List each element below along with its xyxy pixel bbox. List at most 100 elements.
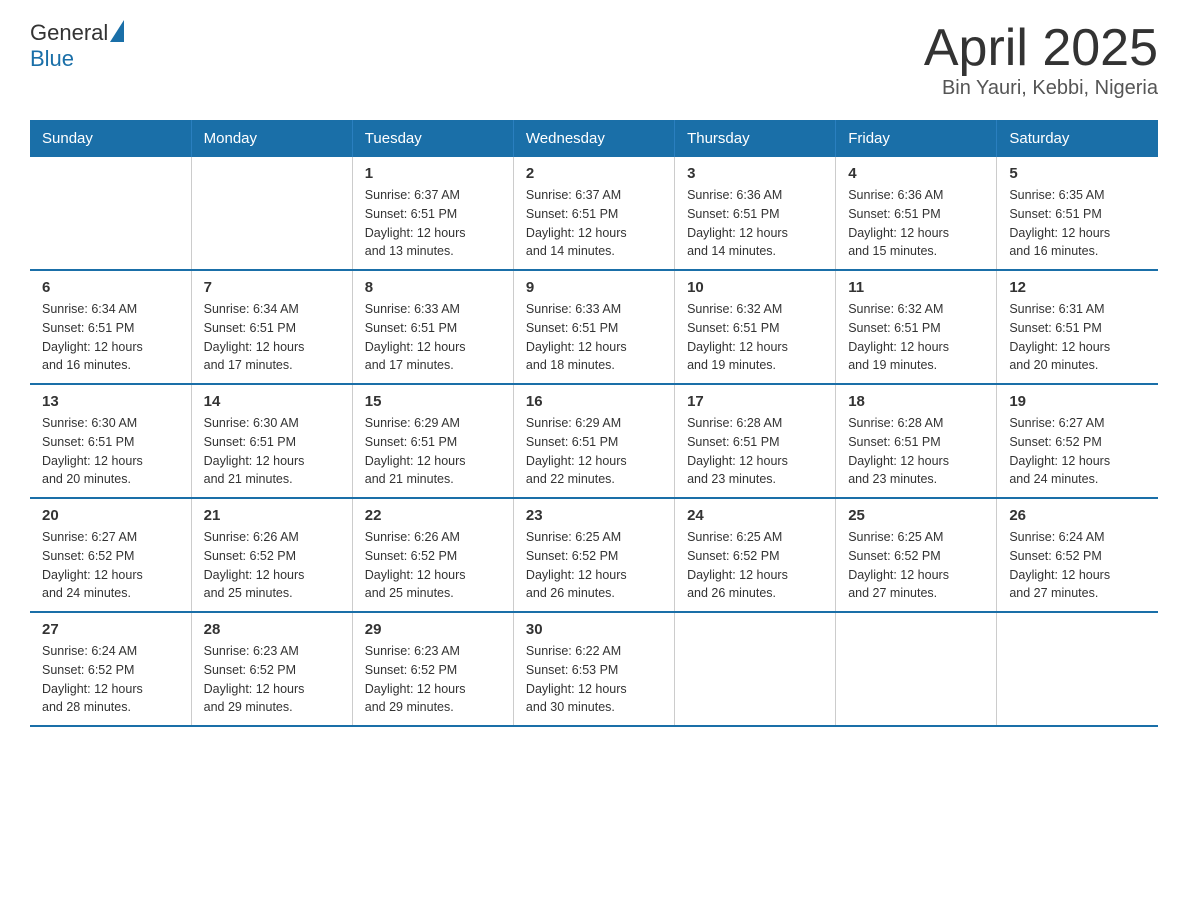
header-sunday: Sunday bbox=[30, 120, 191, 157]
day-number: 10 bbox=[687, 279, 823, 296]
calendar-cell: 20 Sunrise: 6:27 AM Sunset: 6:52 PM Dayli… bbox=[30, 498, 191, 612]
day-info: Sunrise: 6:25 AM Sunset: 6:52 PM Dayligh… bbox=[526, 528, 662, 603]
day-number: 1 bbox=[365, 165, 501, 182]
calendar-cell: 29 Sunrise: 6:23 AM Sunset: 6:52 PM Dayli… bbox=[352, 612, 513, 726]
day-info: Sunrise: 6:28 AM Sunset: 6:51 PM Dayligh… bbox=[687, 414, 823, 489]
day-info: Sunrise: 6:25 AM Sunset: 6:52 PM Dayligh… bbox=[687, 528, 823, 603]
day-number: 2 bbox=[526, 165, 662, 182]
calendar-cell bbox=[675, 612, 836, 726]
day-info: Sunrise: 6:24 AM Sunset: 6:52 PM Dayligh… bbox=[1009, 528, 1146, 603]
day-info: Sunrise: 6:33 AM Sunset: 6:51 PM Dayligh… bbox=[526, 300, 662, 375]
calendar-cell: 18Sunrise: 6:28 AM Sunset: 6:51 PM Dayli… bbox=[836, 384, 997, 498]
day-info: Sunrise: 6:37 AM Sunset: 6:51 PM Dayligh… bbox=[526, 186, 662, 261]
calendar-week-row: 20 Sunrise: 6:27 AM Sunset: 6:52 PM Dayli… bbox=[30, 498, 1158, 612]
day-number: 6 bbox=[42, 279, 179, 296]
day-number: 20 bbox=[42, 507, 179, 524]
calendar-week-row: 13 Sunrise: 6:30 AM Sunset: 6:51 PM Dayli… bbox=[30, 384, 1158, 498]
calendar-cell: 19 Sunrise: 6:27 AM Sunset: 6:52 PM Dayli… bbox=[997, 384, 1158, 498]
day-number: 19 bbox=[1009, 393, 1146, 410]
day-number: 7 bbox=[204, 279, 340, 296]
calendar-cell: 8Sunrise: 6:33 AM Sunset: 6:51 PM Daylig… bbox=[352, 270, 513, 384]
day-number: 29 bbox=[365, 621, 501, 638]
header-monday: Monday bbox=[191, 120, 352, 157]
calendar-cell bbox=[836, 612, 997, 726]
calendar-cell: 3 Sunrise: 6:36 AM Sunset: 6:51 PM Daylig… bbox=[675, 157, 836, 270]
calendar-cell: 17 Sunrise: 6:28 AM Sunset: 6:51 PM Dayli… bbox=[675, 384, 836, 498]
day-number: 8 bbox=[365, 279, 501, 296]
day-info: Sunrise: 6:27 AM Sunset: 6:52 PM Dayligh… bbox=[1009, 414, 1146, 489]
day-number: 3 bbox=[687, 165, 823, 182]
calendar-cell: 28 Sunrise: 6:23 AM Sunset: 6:52 PM Dayli… bbox=[191, 612, 352, 726]
calendar-cell: 6Sunrise: 6:34 AM Sunset: 6:51 PM Daylig… bbox=[30, 270, 191, 384]
day-info: Sunrise: 6:29 AM Sunset: 6:51 PM Dayligh… bbox=[365, 414, 501, 489]
calendar-cell: 30Sunrise: 6:22 AM Sunset: 6:53 PM Dayli… bbox=[513, 612, 674, 726]
logo-general-text: General bbox=[30, 21, 108, 45]
day-info: Sunrise: 6:26 AM Sunset: 6:52 PM Dayligh… bbox=[204, 528, 340, 603]
logo-blue-text: Blue bbox=[30, 47, 124, 71]
day-info: Sunrise: 6:30 AM Sunset: 6:51 PM Dayligh… bbox=[42, 414, 179, 489]
day-info: Sunrise: 6:31 AM Sunset: 6:51 PM Dayligh… bbox=[1009, 300, 1146, 375]
day-number: 12 bbox=[1009, 279, 1146, 296]
calendar-cell: 12 Sunrise: 6:31 AM Sunset: 6:51 PM Dayli… bbox=[997, 270, 1158, 384]
calendar-week-row: 1 Sunrise: 6:37 AM Sunset: 6:51 PM Daylig… bbox=[30, 157, 1158, 270]
page-subtitle: Bin Yauri, Kebbi, Nigeria bbox=[924, 77, 1158, 100]
calendar-cell: 24 Sunrise: 6:25 AM Sunset: 6:52 PM Dayli… bbox=[675, 498, 836, 612]
calendar-cell bbox=[191, 157, 352, 270]
day-info: Sunrise: 6:32 AM Sunset: 6:51 PM Dayligh… bbox=[687, 300, 823, 375]
day-info: Sunrise: 6:29 AM Sunset: 6:51 PM Dayligh… bbox=[526, 414, 662, 489]
day-info: Sunrise: 6:36 AM Sunset: 6:51 PM Dayligh… bbox=[687, 186, 823, 261]
day-number: 26 bbox=[1009, 507, 1146, 524]
day-number: 5 bbox=[1009, 165, 1146, 182]
day-number: 9 bbox=[526, 279, 662, 296]
day-info: Sunrise: 6:36 AM Sunset: 6:51 PM Dayligh… bbox=[848, 186, 984, 261]
calendar-cell: 14 Sunrise: 6:30 AM Sunset: 6:51 PM Dayli… bbox=[191, 384, 352, 498]
day-number: 28 bbox=[204, 621, 340, 638]
calendar-cell: 10 Sunrise: 6:32 AM Sunset: 6:51 PM Dayli… bbox=[675, 270, 836, 384]
day-number: 22 bbox=[365, 507, 501, 524]
calendar-cell: 7Sunrise: 6:34 AM Sunset: 6:51 PM Daylig… bbox=[191, 270, 352, 384]
day-info: Sunrise: 6:23 AM Sunset: 6:52 PM Dayligh… bbox=[204, 642, 340, 717]
header-friday: Friday bbox=[836, 120, 997, 157]
day-number: 14 bbox=[204, 393, 340, 410]
day-number: 30 bbox=[526, 621, 662, 638]
day-number: 16 bbox=[526, 393, 662, 410]
calendar-cell: 21 Sunrise: 6:26 AM Sunset: 6:52 PM Dayli… bbox=[191, 498, 352, 612]
calendar-week-row: 27 Sunrise: 6:24 AM Sunset: 6:52 PM Dayli… bbox=[30, 612, 1158, 726]
day-number: 27 bbox=[42, 621, 179, 638]
header-saturday: Saturday bbox=[997, 120, 1158, 157]
day-info: Sunrise: 6:30 AM Sunset: 6:51 PM Dayligh… bbox=[204, 414, 340, 489]
calendar-cell: 2 Sunrise: 6:37 AM Sunset: 6:51 PM Daylig… bbox=[513, 157, 674, 270]
calendar-cell: 13 Sunrise: 6:30 AM Sunset: 6:51 PM Dayli… bbox=[30, 384, 191, 498]
calendar-cell: 16 Sunrise: 6:29 AM Sunset: 6:51 PM Dayli… bbox=[513, 384, 674, 498]
page-header: General Blue April 2025 Bin Yauri, Kebbi… bbox=[30, 20, 1158, 100]
calendar-cell: 25 Sunrise: 6:25 AM Sunset: 6:52 PM Dayli… bbox=[836, 498, 997, 612]
day-info: Sunrise: 6:23 AM Sunset: 6:52 PM Dayligh… bbox=[365, 642, 501, 717]
day-number: 21 bbox=[204, 507, 340, 524]
day-number: 11 bbox=[848, 279, 984, 296]
day-number: 24 bbox=[687, 507, 823, 524]
day-number: 25 bbox=[848, 507, 984, 524]
day-info: Sunrise: 6:27 AM Sunset: 6:52 PM Dayligh… bbox=[42, 528, 179, 603]
calendar-cell: 9 Sunrise: 6:33 AM Sunset: 6:51 PM Daylig… bbox=[513, 270, 674, 384]
calendar-cell: 11Sunrise: 6:32 AM Sunset: 6:51 PM Dayli… bbox=[836, 270, 997, 384]
day-number: 23 bbox=[526, 507, 662, 524]
header-tuesday: Tuesday bbox=[352, 120, 513, 157]
calendar-cell: 23 Sunrise: 6:25 AM Sunset: 6:52 PM Dayli… bbox=[513, 498, 674, 612]
page-title: April 2025 bbox=[924, 20, 1158, 77]
day-number: 13 bbox=[42, 393, 179, 410]
calendar-cell: 26 Sunrise: 6:24 AM Sunset: 6:52 PM Dayli… bbox=[997, 498, 1158, 612]
calendar-cell: 15 Sunrise: 6:29 AM Sunset: 6:51 PM Dayli… bbox=[352, 384, 513, 498]
header-thursday: Thursday bbox=[675, 120, 836, 157]
day-number: 18 bbox=[848, 393, 984, 410]
calendar-cell: 1Sunrise: 6:37 AM Sunset: 6:51 PM Daylig… bbox=[352, 157, 513, 270]
logo: General Blue bbox=[30, 20, 124, 71]
calendar-cell bbox=[997, 612, 1158, 726]
day-info: Sunrise: 6:26 AM Sunset: 6:52 PM Dayligh… bbox=[365, 528, 501, 603]
calendar-cell: 22 Sunrise: 6:26 AM Sunset: 6:52 PM Dayli… bbox=[352, 498, 513, 612]
day-info: Sunrise: 6:25 AM Sunset: 6:52 PM Dayligh… bbox=[848, 528, 984, 603]
header-wednesday: Wednesday bbox=[513, 120, 674, 157]
calendar-cell bbox=[30, 157, 191, 270]
day-number: 17 bbox=[687, 393, 823, 410]
day-number: 15 bbox=[365, 393, 501, 410]
day-info: Sunrise: 6:24 AM Sunset: 6:52 PM Dayligh… bbox=[42, 642, 179, 717]
